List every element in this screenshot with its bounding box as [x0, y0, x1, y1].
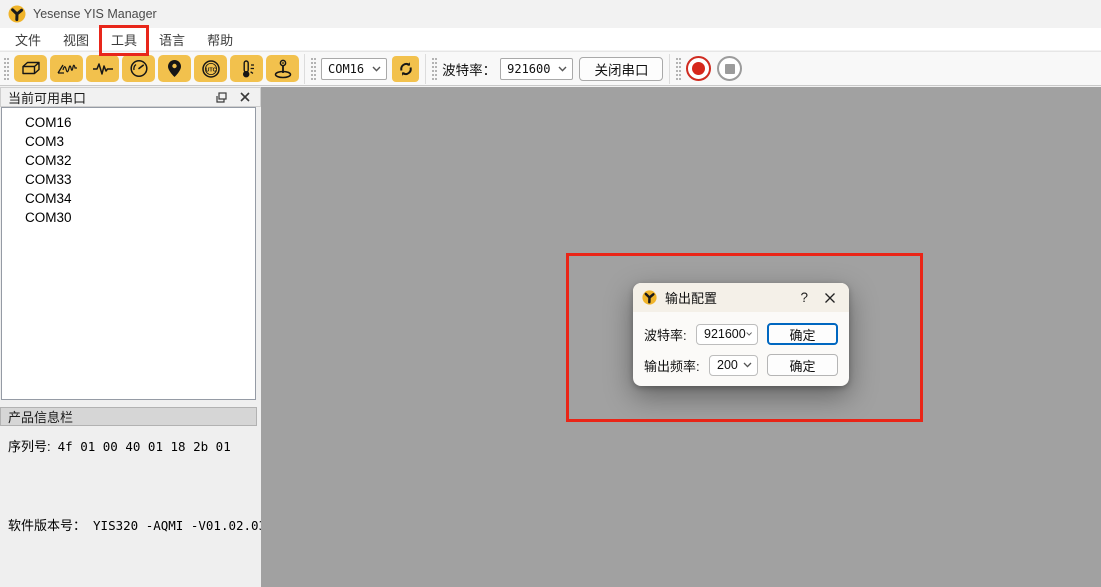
- product-info-title: 产品信息栏: [8, 407, 73, 426]
- tool-waveform-button[interactable]: [86, 55, 119, 82]
- port-select[interactable]: COM16: [321, 58, 387, 80]
- tool-gauge-button[interactable]: [122, 55, 155, 82]
- available-ports-list: COM16 COM3 COM32 COM33 COM34 COM30: [1, 107, 256, 400]
- output-rate-label: 输出频率:: [644, 356, 700, 375]
- tool-angle-wave-button[interactable]: [50, 55, 83, 82]
- toolbar-drag-handle[interactable]: [432, 58, 437, 80]
- port-select-value: COM16: [328, 62, 364, 76]
- location-pin-icon: [167, 59, 182, 78]
- output-config-dialog: 输出配置 ? 波特率: 921600 确定 输出频率: 200 确定: [633, 283, 849, 386]
- record-button[interactable]: [686, 56, 711, 81]
- confirm-baud-button[interactable]: 确定: [767, 323, 838, 345]
- baud-rate-label: 波特率：: [442, 59, 496, 79]
- firmware-version-label: 软件版本号：: [8, 515, 86, 534]
- stop-icon: [725, 64, 735, 74]
- serial-port-dock-panel: 当前可用串口 COM16 COM3 COM32 COM33 COM34 COM3…: [0, 87, 261, 587]
- serial-number-label: 序列号:: [8, 436, 51, 455]
- serial-number-row: 序列号: 4f 01 00 40 01 18 2b 01: [8, 436, 231, 455]
- baud-rate-label: 波特率:: [644, 325, 687, 344]
- toolbar-drag-handle[interactable]: [676, 58, 681, 80]
- chevron-down-icon: [743, 362, 752, 368]
- angle-wave-icon: [56, 61, 78, 77]
- gauge-icon: [129, 59, 149, 78]
- refresh-ports-button[interactable]: [392, 56, 419, 82]
- close-serial-port-button[interactable]: 关闭串口: [579, 57, 663, 81]
- window-title: Yesense YIS Manager: [33, 7, 157, 21]
- title-bar: Yesense YIS Manager: [0, 0, 1101, 28]
- chevron-down-icon: [746, 331, 752, 337]
- tool-utc-clock-button[interactable]: UTC: [194, 55, 227, 82]
- toolbar-drag-handle[interactable]: [311, 58, 316, 80]
- tool-location-button[interactable]: [158, 55, 191, 82]
- dialog-title-bar: 输出配置 ?: [633, 283, 849, 312]
- menu-help[interactable]: 帮助: [196, 28, 244, 51]
- float-panel-button[interactable]: [213, 90, 229, 104]
- baud-rate-value: 921600: [507, 62, 550, 76]
- list-item-port[interactable]: COM30: [2, 208, 255, 227]
- app-logo-icon: [8, 5, 26, 23]
- product-info-header: 产品信息栏: [0, 407, 257, 426]
- toolbar-separator: [669, 54, 670, 84]
- output-rate-select[interactable]: 200: [709, 355, 758, 376]
- waveform-icon: [92, 61, 114, 77]
- dialog-help-button[interactable]: ?: [794, 290, 814, 305]
- refresh-icon: [398, 61, 414, 77]
- menu-bar: 文件 视图 工具 语言 帮助: [0, 28, 1101, 51]
- tool-pendulum-button[interactable]: [266, 55, 299, 82]
- chevron-down-icon: [558, 66, 567, 72]
- baud-rate-select[interactable]: 921600: [696, 324, 758, 345]
- menu-view[interactable]: 视图: [52, 28, 100, 51]
- dock-panel-header: 当前可用串口: [0, 87, 261, 107]
- app-window: Yesense YIS Manager 文件 视图 工具 语言 帮助: [0, 0, 1101, 587]
- dialog-title: 输出配置: [665, 288, 717, 307]
- toolbar-drag-handle[interactable]: [4, 58, 9, 80]
- pendulum-icon: [273, 59, 293, 79]
- list-item-port[interactable]: COM16: [2, 113, 255, 132]
- tool-3d-view-button[interactable]: [14, 55, 47, 82]
- app-logo-icon: [642, 290, 657, 305]
- output-rate-value: 200: [717, 358, 738, 372]
- serial-number-value: 4f 01 00 40 01 18 2b 01: [58, 439, 231, 454]
- dialog-close-button[interactable]: [822, 292, 838, 304]
- menu-language[interactable]: 语言: [148, 28, 196, 51]
- output-rate-config-row: 输出频率: 200 确定: [633, 354, 849, 376]
- baud-rate-config-row: 波特率: 921600 确定: [633, 323, 849, 345]
- close-icon: [240, 92, 250, 102]
- close-icon: [824, 292, 836, 304]
- firmware-version-row: 软件版本号： YIS320 -AQMI -V01.02.03;: [8, 515, 274, 534]
- thermometer-icon: [238, 59, 256, 79]
- svg-text:UTC: UTC: [205, 67, 216, 73]
- stop-button[interactable]: [717, 56, 742, 81]
- utc-clock-icon: UTC: [201, 59, 221, 79]
- list-item-port[interactable]: COM32: [2, 151, 255, 170]
- baud-rate-value: 921600: [704, 327, 746, 341]
- record-icon: [692, 62, 705, 75]
- cube-3d-icon: [21, 60, 41, 77]
- close-panel-button[interactable]: [237, 90, 253, 104]
- menu-file[interactable]: 文件: [4, 28, 52, 51]
- list-item-port[interactable]: COM34: [2, 189, 255, 208]
- list-item-port[interactable]: COM33: [2, 170, 255, 189]
- toolbar: UTC COM16: [0, 51, 1101, 86]
- firmware-version-value: YIS320 -AQMI -V01.02.03;: [93, 518, 274, 533]
- list-item-port[interactable]: COM3: [2, 132, 255, 151]
- toolbar-separator: [425, 54, 426, 84]
- float-window-icon: [216, 92, 227, 103]
- baud-rate-select[interactable]: 921600: [500, 58, 573, 80]
- menu-tools[interactable]: 工具: [100, 28, 148, 51]
- chevron-down-icon: [372, 66, 381, 72]
- tool-thermometer-button[interactable]: [230, 55, 263, 82]
- toolbar-separator: [304, 54, 305, 84]
- confirm-output-rate-button[interactable]: 确定: [767, 354, 838, 376]
- dock-panel-title: 当前可用串口: [8, 88, 86, 107]
